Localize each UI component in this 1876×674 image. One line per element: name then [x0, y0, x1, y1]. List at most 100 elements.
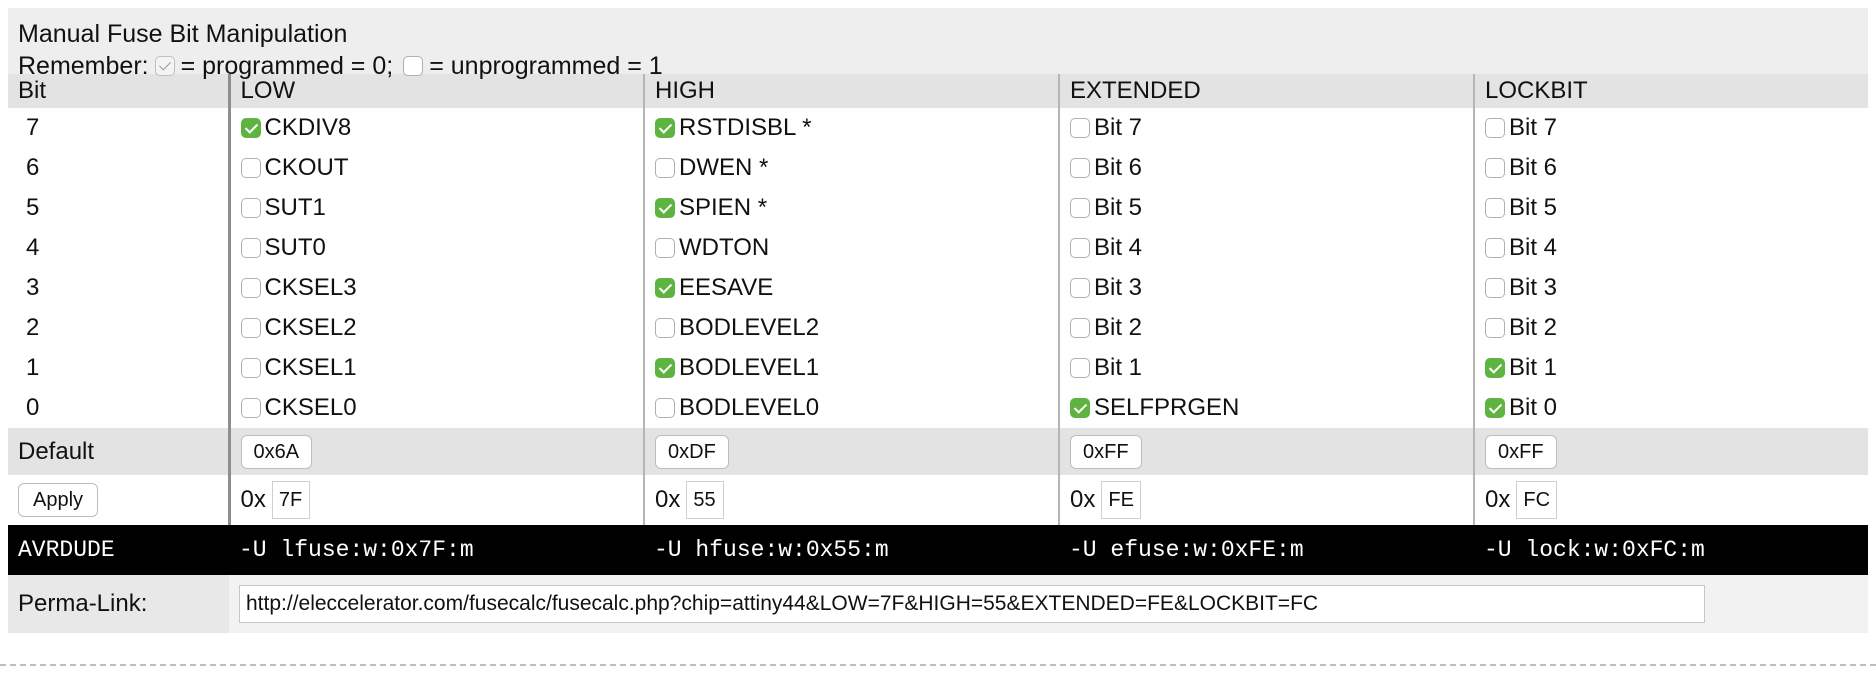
fuse-cell-ext: SELFPRGEN: [1058, 388, 1474, 428]
fuse-toggle-lock[interactable]: Bit 5: [1485, 194, 1868, 222]
fuse-checkbox[interactable]: [1070, 358, 1090, 378]
fuse-toggle-ext[interactable]: Bit 7: [1070, 114, 1473, 142]
fuse-checkbox[interactable]: [655, 358, 675, 378]
fuse-checkbox[interactable]: [655, 198, 675, 218]
fuse-checkbox[interactable]: [1485, 118, 1505, 138]
fuse-toggle-high[interactable]: SPIEN *: [655, 194, 1058, 222]
fuse-toggle-ext[interactable]: SELFPRGEN: [1070, 394, 1473, 422]
col-header-high: HIGH: [643, 74, 1059, 108]
fuse-toggle-lock[interactable]: Bit 0: [1485, 394, 1868, 422]
high-hex-input[interactable]: 55: [686, 481, 725, 519]
fuse-toggle-ext[interactable]: Bit 6: [1070, 154, 1473, 182]
lockbit-hex-input[interactable]: FC: [1516, 481, 1558, 519]
fuse-label: SUT1: [264, 194, 326, 221]
apply-button[interactable]: Apply: [18, 483, 99, 517]
default-lockbit-button[interactable]: 0xFF: [1485, 434, 1557, 469]
unprogrammed-legend-checkbox-icon: [403, 56, 424, 76]
fuse-checkbox[interactable]: [1485, 198, 1505, 218]
fuse-label: Bit 3: [1094, 274, 1143, 301]
fuse-label: DWEN *: [679, 154, 769, 181]
bit-rows: 7 CKDIV8 RSTDISBL * Bit 7 Bit 7 6 CKOUT DWEN * B…: [8, 108, 1868, 428]
fuse-toggle-lock[interactable]: Bit 6: [1485, 154, 1868, 182]
fuse-checkbox[interactable]: [240, 118, 261, 138]
fuse-toggle-lock[interactable]: Bit 3: [1485, 274, 1868, 302]
fuse-toggle-lock[interactable]: Bit 4: [1485, 234, 1868, 262]
fuse-checkbox[interactable]: [655, 318, 675, 338]
fuse-checkbox[interactable]: [240, 398, 261, 418]
fuse-toggle-low[interactable]: CKOUT: [240, 154, 644, 182]
fuse-calculator: Manual Fuse Bit Manipulation Remember: =…: [8, 8, 1868, 633]
fuse-toggle-high[interactable]: EESAVE: [655, 274, 1058, 302]
fuse-checkbox[interactable]: [1485, 238, 1505, 258]
fuse-toggle-high[interactable]: WDTON: [655, 234, 1058, 262]
fuse-toggle-ext[interactable]: Bit 4: [1070, 234, 1473, 262]
fuse-checkbox[interactable]: [1485, 318, 1505, 338]
fuse-toggle-low[interactable]: SUT0: [240, 234, 644, 262]
fuse-cell-ext: Bit 4: [1058, 228, 1474, 268]
fuse-checkbox[interactable]: [240, 198, 261, 218]
fuse-checkbox[interactable]: [1070, 398, 1090, 418]
fuse-checkbox[interactable]: [1485, 278, 1505, 298]
fuse-cell-lock: Bit 3: [1473, 268, 1868, 308]
fuse-toggle-ext[interactable]: Bit 5: [1070, 194, 1473, 222]
fuse-checkbox[interactable]: [655, 158, 675, 178]
avrdude-row: AVRDUDE -U lfuse:w:0x7F:m -U hfuse:w:0x5…: [8, 525, 1868, 575]
fuse-checkbox[interactable]: [655, 278, 675, 298]
fuse-checkbox[interactable]: [240, 318, 261, 338]
table-header-row: Bit LOW HIGH EXTENDED LOCKBIT: [8, 74, 1868, 108]
fuse-cell-ext: Bit 1: [1058, 348, 1474, 388]
fuse-cell-high: RSTDISBL *: [643, 108, 1059, 148]
fuse-label: Bit 7: [1094, 114, 1143, 141]
fuse-checkbox[interactable]: [240, 238, 261, 258]
fuse-toggle-ext[interactable]: Bit 3: [1070, 274, 1473, 302]
fuse-toggle-high[interactable]: BODLEVEL0: [655, 394, 1058, 422]
default-high-button[interactable]: 0xDF: [655, 434, 729, 469]
low-hex-input[interactable]: 7F: [271, 481, 310, 519]
fuse-checkbox[interactable]: [1070, 238, 1090, 258]
default-extended-button[interactable]: 0xFF: [1070, 434, 1142, 469]
fuse-checkbox[interactable]: [1070, 198, 1090, 218]
default-row: Default 0x6A 0xDF 0xFF 0xFF: [8, 428, 1868, 475]
fuse-toggle-ext[interactable]: Bit 1: [1070, 354, 1473, 382]
extended-hex-input[interactable]: FE: [1101, 481, 1141, 519]
fuse-toggle-high[interactable]: RSTDISBL *: [655, 114, 1058, 142]
fuse-checkbox[interactable]: [240, 278, 261, 298]
default-low-button[interactable]: 0x6A: [240, 434, 313, 469]
fuse-checkbox[interactable]: [655, 398, 675, 418]
fuse-toggle-low[interactable]: CKSEL0: [240, 394, 644, 422]
fuse-toggle-high[interactable]: BODLEVEL2: [655, 314, 1058, 342]
fuse-toggle-lock[interactable]: Bit 1: [1485, 354, 1868, 382]
fuse-toggle-low[interactable]: SUT1: [240, 194, 644, 222]
fuse-toggle-ext[interactable]: Bit 2: [1070, 314, 1473, 342]
fuse-checkbox[interactable]: [1070, 118, 1090, 138]
fuse-checkbox[interactable]: [240, 158, 261, 178]
fuse-label: Bit 3: [1509, 274, 1558, 301]
table-row: 6 CKOUT DWEN * Bit 6 Bit 6: [8, 148, 1868, 188]
fuse-toggle-lock[interactable]: Bit 2: [1485, 314, 1868, 342]
fuse-checkbox[interactable]: [1070, 318, 1090, 338]
permalink-url-field[interactable]: http://eleccelerator.com/fusecalc/fuseca…: [239, 585, 1705, 623]
fuse-checkbox[interactable]: [1485, 398, 1505, 418]
fuse-label: CKSEL1: [264, 354, 357, 381]
fuse-toggle-low[interactable]: CKDIV8: [240, 114, 644, 142]
fuse-checkbox[interactable]: [655, 238, 675, 258]
fuse-checkbox[interactable]: [240, 358, 261, 378]
fuse-toggle-low[interactable]: CKSEL2: [240, 314, 644, 342]
fuse-checkbox[interactable]: [1070, 158, 1090, 178]
fuse-toggle-high[interactable]: BODLEVEL1: [655, 354, 1058, 382]
unprogrammed-legend-text: = unprogrammed = 1: [429, 52, 663, 80]
fuse-checkbox[interactable]: [1070, 278, 1090, 298]
table-row: 3 CKSEL3 EESAVE Bit 3 Bit 3: [8, 268, 1868, 308]
fuse-toggle-lock[interactable]: Bit 7: [1485, 114, 1868, 142]
table-row: 7 CKDIV8 RSTDISBL * Bit 7 Bit 7: [8, 108, 1868, 148]
col-header-extended: EXTENDED: [1058, 74, 1474, 108]
fuse-checkbox[interactable]: [655, 118, 675, 138]
fuse-checkbox[interactable]: [1485, 358, 1505, 378]
fuse-label: EESAVE: [679, 274, 774, 301]
fuse-toggle-low[interactable]: CKSEL3: [240, 274, 644, 302]
fuse-toggle-high[interactable]: DWEN *: [655, 154, 1058, 182]
fuse-cell-ext: Bit 5: [1058, 188, 1474, 228]
fuse-cell-ext: Bit 6: [1058, 148, 1474, 188]
fuse-toggle-low[interactable]: CKSEL1: [240, 354, 644, 382]
fuse-checkbox[interactable]: [1485, 158, 1505, 178]
